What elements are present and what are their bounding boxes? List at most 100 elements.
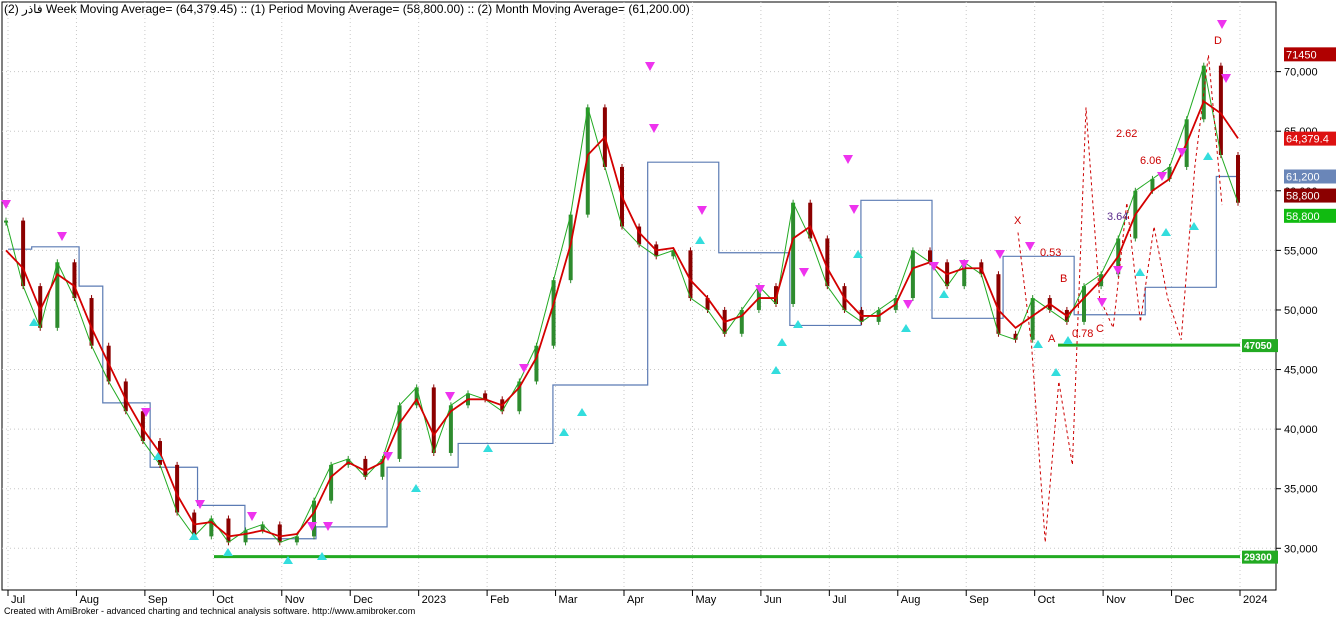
footer-credit: Created with AmiBroker - advanced charti… — [4, 606, 416, 616]
candle-body — [808, 202, 813, 239]
x-tick-label: May — [695, 594, 716, 606]
price-tag-label: 71450 — [1286, 49, 1317, 61]
x-tick-label: Jul — [832, 594, 846, 606]
sell-arrow-icon — [1025, 242, 1035, 251]
sell-arrow-icon — [849, 205, 859, 214]
buy-arrow-icon — [695, 236, 705, 244]
candle-body — [243, 530, 248, 543]
candle-body — [397, 405, 402, 459]
x-tick-label: Dec — [1175, 594, 1195, 606]
buy-arrow-icon — [223, 548, 233, 556]
pattern-ratio-label: 0.53 — [1040, 247, 1061, 259]
y-tick-label: 55,000 — [1284, 245, 1318, 257]
x-tick-label: Jul — [11, 594, 25, 606]
candle-body — [910, 250, 915, 299]
y-tick-label: 50,000 — [1284, 305, 1318, 317]
pattern-ratio-label: 2.62 — [1116, 128, 1137, 140]
x-tick-label: Mar — [559, 594, 578, 606]
candle-body — [688, 250, 693, 299]
sell-arrow-icon — [697, 206, 707, 215]
pattern-point-label: B — [1060, 273, 1067, 285]
candle-body — [21, 220, 26, 287]
candle-body — [1082, 286, 1086, 322]
x-tick-label: 2024 — [1243, 594, 1267, 606]
price-tag-label: 58,800 — [1286, 211, 1320, 223]
x-tick-label: Sep — [969, 594, 989, 606]
candle-body — [825, 238, 830, 287]
x-tick-label: Aug — [79, 594, 99, 606]
x-tick-label: Apr — [627, 594, 644, 606]
sell-arrow-icon — [195, 500, 205, 509]
buy-arrow-icon — [771, 366, 781, 374]
candle-body — [72, 262, 77, 299]
pattern-point-label: D — [1214, 35, 1222, 47]
buy-arrow-icon — [1135, 268, 1145, 276]
price-tag-label: 64,379.4 — [1286, 134, 1329, 146]
buy-arrow-icon — [1033, 340, 1043, 348]
buy-arrow-icon — [411, 484, 421, 492]
candle-body — [791, 202, 796, 304]
x-tick-label: Aug — [901, 594, 921, 606]
price-chart: 30,00035,00040,00045,00050,00055,00060,0… — [1, 1, 1336, 606]
buy-arrow-icon — [777, 338, 787, 346]
pattern-point-label: X — [1014, 215, 1022, 227]
y-tick-label: 45,000 — [1284, 365, 1318, 377]
buy-arrow-icon — [577, 408, 587, 416]
candle-body — [312, 500, 316, 537]
candle-body — [89, 298, 94, 346]
sell-arrow-icon — [1113, 266, 1123, 275]
x-tick-label: Dec — [353, 594, 373, 606]
price-tag-label: 61,200 — [1286, 171, 1320, 183]
x-tick-label: Oct — [1038, 594, 1055, 606]
candle-body — [329, 464, 334, 501]
buy-arrow-icon — [1203, 152, 1213, 160]
sell-arrow-icon — [903, 300, 913, 309]
y-tick-label: 40,000 — [1284, 424, 1318, 436]
buy-arrow-icon — [483, 444, 493, 452]
sell-arrow-icon — [645, 62, 655, 71]
sell-arrow-icon — [843, 155, 853, 164]
sell-arrow-icon — [445, 392, 455, 401]
sell-arrow-icon — [57, 232, 67, 241]
pattern-point-label: C — [1096, 323, 1104, 335]
candle-body — [431, 387, 436, 453]
x-tick-label: Oct — [216, 594, 233, 606]
buy-arrow-icon — [1051, 368, 1061, 376]
candle-body — [551, 280, 556, 346]
candle-body — [1236, 155, 1240, 203]
candle-body — [928, 250, 932, 263]
x-tick-label: Jun — [764, 594, 782, 606]
candle-body — [226, 518, 231, 543]
sell-arrow-icon — [799, 268, 809, 277]
buy-arrow-icon — [559, 428, 569, 436]
support-tag-label: 47050 — [1244, 341, 1272, 352]
chart-root: فاذر (2) Week Moving Average= (64,379.45… — [0, 0, 1336, 619]
pattern-ratio-label: 0.78 — [1072, 328, 1093, 340]
y-tick-label: 70,000 — [1284, 67, 1318, 79]
sell-arrow-icon — [1157, 172, 1167, 181]
price-tag-label: 58,800 — [1286, 191, 1320, 203]
x-tick-label: Sep — [148, 594, 168, 606]
x-tick-label: Feb — [490, 594, 509, 606]
candle-body — [277, 524, 282, 543]
sell-arrow-icon — [1097, 298, 1107, 307]
candle-body — [175, 464, 180, 513]
buy-arrow-icon — [1161, 228, 1171, 236]
y-tick-label: 35,000 — [1284, 484, 1318, 496]
candle-body — [55, 262, 60, 328]
candle-body — [363, 458, 368, 477]
buy-arrow-icon — [793, 320, 803, 328]
buy-arrow-icon — [939, 290, 949, 298]
candle-body — [996, 274, 1001, 334]
y-tick-label: 30,000 — [1284, 543, 1318, 555]
candle-body — [1030, 298, 1035, 340]
close-price-line — [5, 65, 1239, 544]
support-tag-label: 29300 — [1244, 553, 1272, 564]
pattern-ratio-label: 3.64 — [1107, 211, 1128, 223]
sell-arrow-icon — [1217, 20, 1227, 29]
x-tick-label: Nov — [285, 594, 305, 606]
candle-body — [1218, 65, 1223, 156]
x-tick-label: Nov — [1106, 594, 1126, 606]
sell-arrow-icon — [247, 512, 257, 521]
x-tick-label: 2023 — [422, 594, 446, 606]
